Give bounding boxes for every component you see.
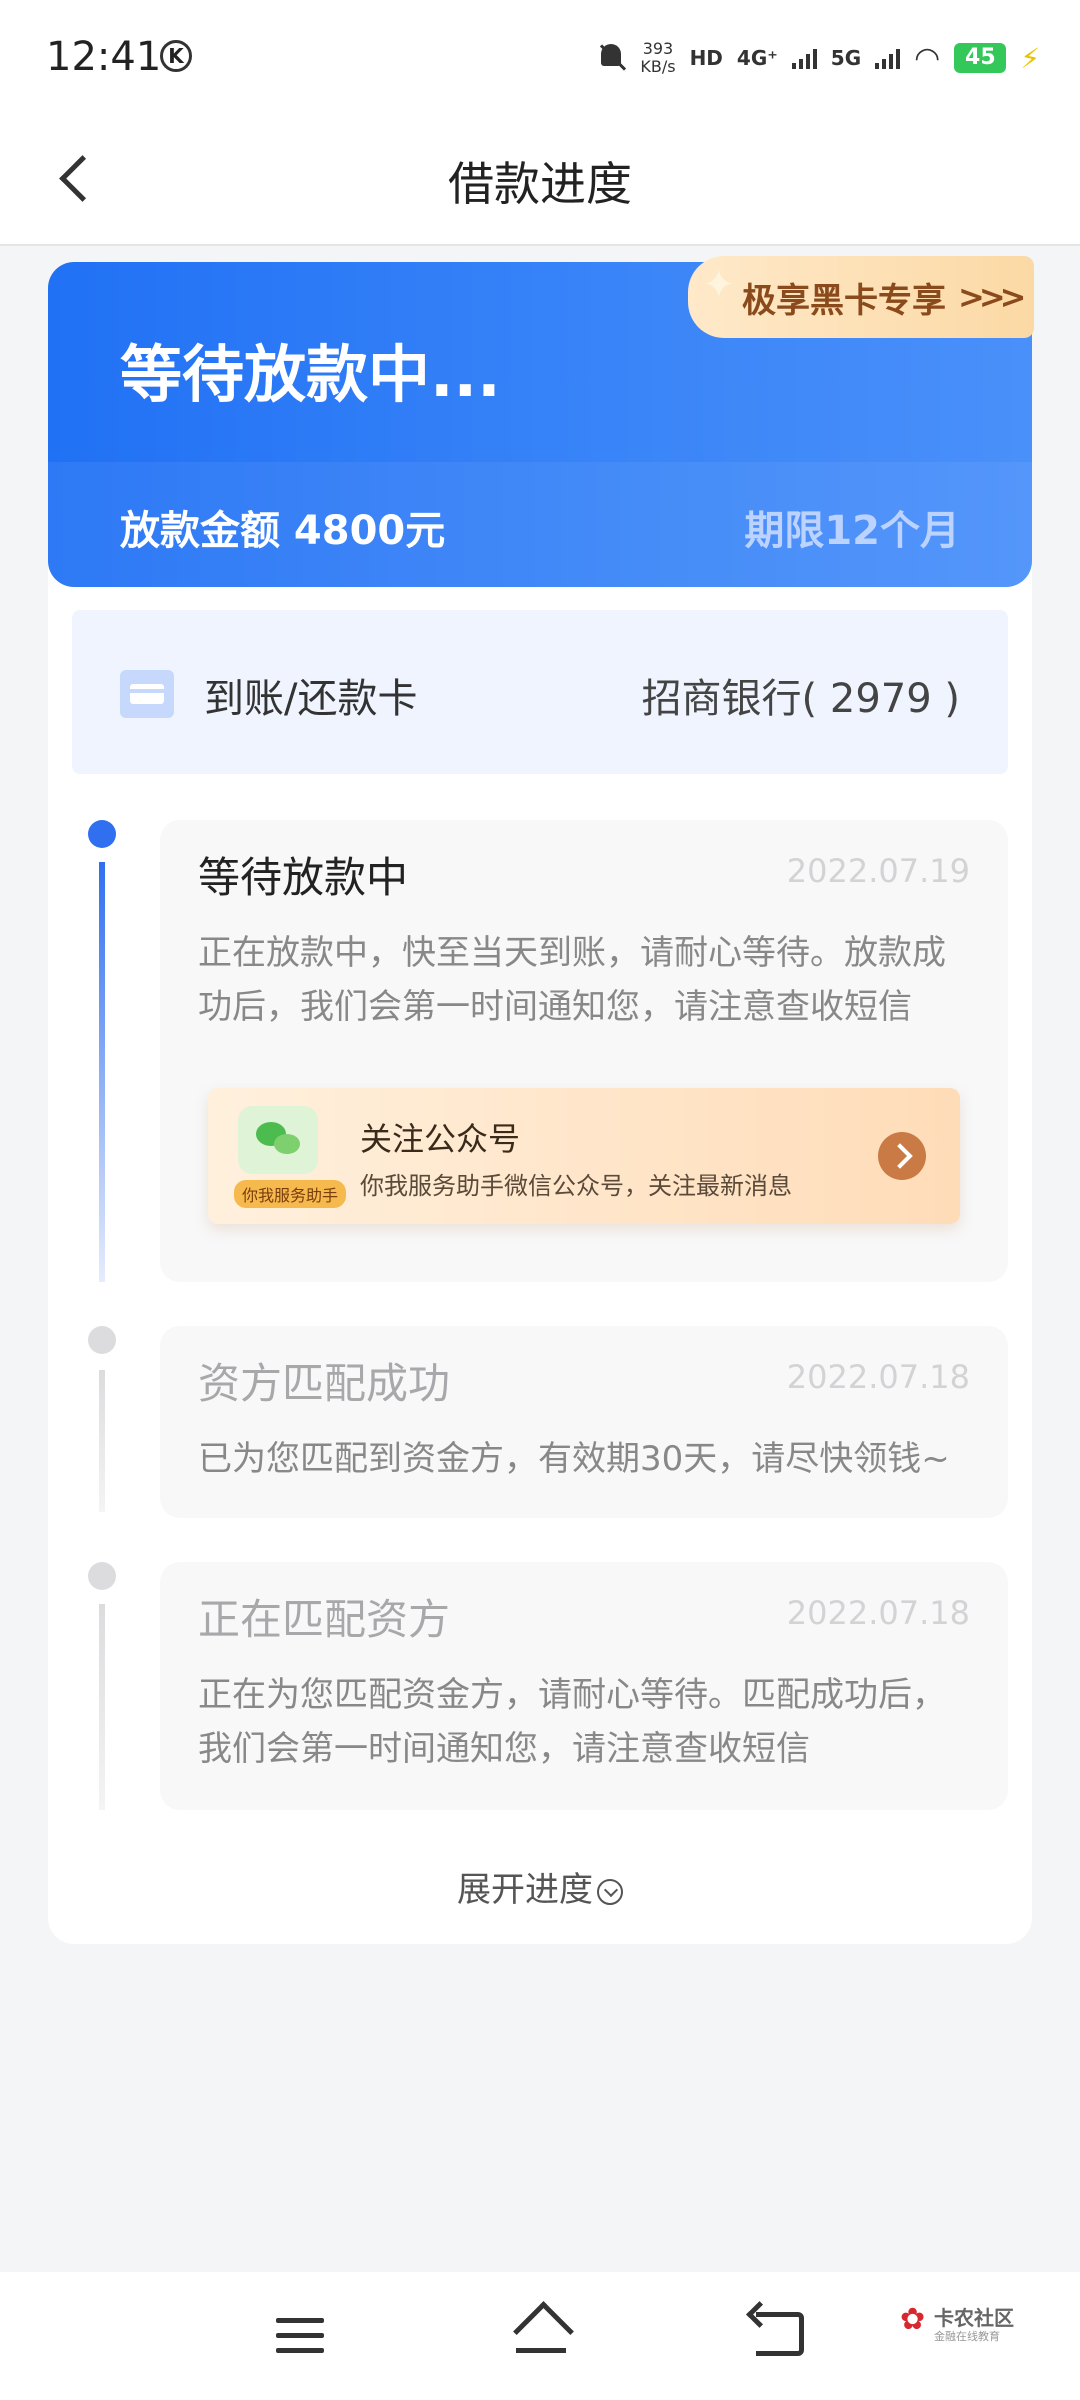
sparkle-icon	[702, 262, 742, 302]
follow-title: 关注公众号	[360, 1120, 521, 1158]
signal-icon	[875, 47, 901, 69]
timeline-title: 资方匹配成功	[198, 1359, 451, 1408]
timeline-desc: 已为您匹配到资金方，有效期30天，请尽快领钱~	[198, 1439, 950, 1479]
watermark-sub: 金融在线教育	[934, 2330, 1000, 2343]
loan-amount: 放款金额 4800元	[120, 508, 446, 554]
repayment-card-row: 到账/还款卡 招商银行( 2979 )	[72, 610, 1008, 774]
follow-subtitle: 你我服务助手微信公众号，关注最新消息	[360, 1172, 792, 1200]
follow-account-card[interactable]: 你我服务助手 关注公众号 你我服务助手微信公众号，关注最新消息	[208, 1088, 960, 1224]
chevron-down-circle-icon	[597, 1878, 623, 1905]
bank-card-icon	[120, 670, 174, 718]
system-nav-bar: ✿ 卡农社区 金融在线教育	[0, 2272, 1080, 2400]
vip-card-badge[interactable]: 极享黑卡专享 >>>	[688, 256, 1034, 338]
status-bar: 12:41 K 393 KB/s HD 4G⁺ 5G ◠ 45 ⚡	[0, 0, 1080, 118]
status-icons: 393 KB/s HD 4G⁺ 5G ◠ 45 ⚡	[596, 36, 1040, 80]
wechat-icon	[238, 1106, 318, 1174]
k-badge-icon: K	[160, 40, 192, 72]
expand-progress-button[interactable]: 展开进度	[0, 1862, 1080, 1911]
timeline-line	[99, 862, 105, 1282]
watermark-name: 卡农社区	[934, 2306, 1014, 2330]
timeline-title: 正在匹配资方	[198, 1595, 451, 1644]
battery-icon: 45	[954, 43, 1007, 73]
timeline-line	[99, 1604, 105, 1810]
sim2-label: 5G	[830, 46, 862, 70]
expand-label: 展开进度	[457, 1870, 593, 1910]
nav-bar: 借款进度	[0, 118, 1080, 246]
timeline-desc: 正在为您匹配资金方，请耐心等待。匹配成功后，我们会第一时间通知您，请注意查收短信	[198, 1675, 946, 1769]
signal-icon	[791, 47, 817, 69]
sim1-label: 4G⁺	[736, 46, 778, 70]
timeline-title: 等待放款中	[198, 853, 409, 902]
net-speed: 393 KB/s	[640, 39, 676, 76]
wifi-icon: ◠	[914, 40, 941, 76]
charging-icon: ⚡	[1020, 41, 1040, 75]
timeline-item: 资方匹配成功 2022.07.18 已为您匹配到资金方，有效期30天，请尽快领钱…	[160, 1326, 1008, 1518]
hd-icon: HD	[689, 46, 723, 70]
menu-icon[interactable]	[276, 2318, 324, 2354]
timeline-date: 2022.07.19	[786, 852, 970, 890]
card-label: 到账/还款卡	[204, 676, 418, 722]
timeline-dot	[88, 1326, 116, 1354]
assistant-tag: 你我服务助手	[234, 1180, 347, 1208]
timeline-date: 2022.07.18	[786, 1594, 970, 1632]
vip-badge-label: 极享黑卡专享	[742, 280, 946, 321]
triple-chevron-icon: >>>	[958, 278, 1026, 316]
chevron-right-icon[interactable]	[878, 1132, 926, 1180]
timeline-dot	[88, 1562, 116, 1590]
loan-term: 期限12个月	[744, 508, 960, 554]
status-time: 12:41	[46, 34, 162, 80]
home-icon[interactable]	[512, 2304, 570, 2356]
timeline-date: 2022.07.18	[786, 1358, 970, 1396]
timeline-dot-active	[88, 820, 116, 848]
system-back-icon[interactable]	[756, 2312, 804, 2356]
loan-status-text: 等待放款中...	[120, 338, 501, 411]
bell-muted-icon	[596, 42, 626, 74]
page-title: 借款进度	[448, 157, 632, 211]
timeline-line	[99, 1370, 105, 1512]
card-bank: 招商银行( 2979 )	[641, 676, 960, 722]
timeline-desc: 正在放款中，快至当天到账，请耐心等待。放款成功后，我们会第一时间通知您，请注意查…	[198, 933, 946, 1027]
timeline-item: 正在匹配资方 2022.07.18 正在为您匹配资金方，请耐心等待。匹配成功后，…	[160, 1562, 1008, 1810]
watermark-logo-icon: ✿	[900, 2302, 926, 2337]
watermark: ✿ 卡农社区 金融在线教育	[900, 2300, 1020, 2360]
